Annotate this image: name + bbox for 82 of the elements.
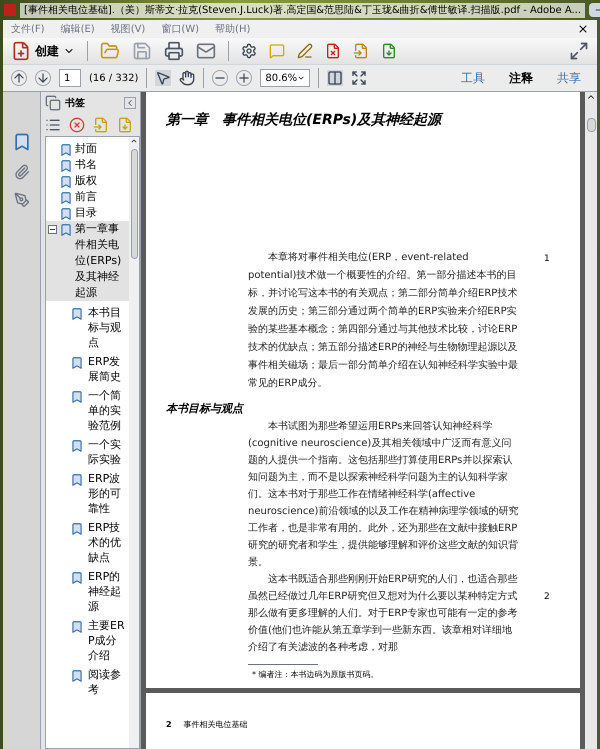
panel-tab[interactable]: 注释 bbox=[501, 69, 541, 87]
bookmark-icon bbox=[59, 175, 73, 189]
bookmark-item[interactable]: ERP技术的优缺点 bbox=[46, 520, 129, 565]
pen-icon[interactable] bbox=[297, 43, 313, 59]
fit-page-icon[interactable] bbox=[351, 70, 368, 86]
bookmark-icon bbox=[59, 159, 73, 173]
zoom-field[interactable]: 80.6% bbox=[260, 69, 310, 87]
mail-icon[interactable] bbox=[196, 41, 216, 61]
menu-item[interactable]: 文件(F) bbox=[11, 22, 45, 36]
bookmark-icon bbox=[70, 439, 84, 453]
collapse-icon[interactable] bbox=[124, 97, 136, 109]
bookmark-icon bbox=[59, 191, 73, 205]
expand-icon[interactable] bbox=[569, 41, 589, 61]
bookmark-icon bbox=[59, 223, 73, 237]
bookmark-icon bbox=[70, 390, 84, 404]
bookmark-icon bbox=[70, 669, 84, 683]
margin-number: 1 bbox=[544, 253, 550, 266]
footnote: * 编者注：本书边码为原版书页码。 bbox=[252, 668, 380, 680]
bookmark-item[interactable]: 阅读参考 bbox=[46, 667, 129, 697]
page-number: 2 bbox=[166, 719, 172, 731]
zoom-out-icon[interactable] bbox=[212, 70, 228, 86]
scrollbar[interactable] bbox=[129, 137, 139, 748]
bookmark-item[interactable]: 一个简单的实验范例 bbox=[46, 388, 129, 433]
chapter-heading: 第一章 事件相关电位(ERPs)及其神经起源 bbox=[166, 110, 444, 130]
bookmark-item[interactable]: ERP的神经起源 bbox=[46, 569, 129, 614]
bookmark-icon bbox=[70, 571, 84, 585]
bookmark-icon bbox=[70, 356, 84, 370]
menu-item[interactable]: 视图(V) bbox=[110, 22, 146, 36]
zoom-in-icon[interactable] bbox=[236, 70, 252, 86]
running-header: 事件相关电位基础 bbox=[184, 719, 248, 731]
print-icon[interactable] bbox=[164, 41, 184, 61]
section-heading: 本书目标与观点 bbox=[166, 401, 245, 417]
bookmark-item[interactable]: 本书目标与观点 bbox=[46, 305, 129, 350]
bookmark-icon bbox=[59, 143, 73, 157]
bookmark-item[interactable]: 书名 bbox=[46, 157, 129, 173]
bookmark-icon bbox=[59, 207, 73, 221]
document-download-icon[interactable] bbox=[381, 43, 397, 59]
paragraph: 这本书既适合那些刚刚开始ERP研究的人们，也适合那些虽然已经做过几年ERP研究但又想对为什么要以某种特定方式那么做有更多理解的人们。对于ERP专家也可能有一定的参考价值(他们也许能从第五章学到一些新东西。该章相对详细地介绍了有关滤波的各种考虑，对那 bbox=[248, 572, 518, 654]
page-number-field[interactable]: 1 bbox=[59, 69, 81, 87]
page-count: (16 / 332) bbox=[89, 72, 138, 86]
menu-item[interactable]: 帮助(H) bbox=[215, 22, 250, 36]
menu-item[interactable]: 窗口(W) bbox=[161, 22, 200, 36]
paperclip-icon[interactable] bbox=[14, 164, 30, 180]
panel-title: 书签 bbox=[65, 96, 86, 110]
close-icon[interactable] bbox=[577, 23, 589, 35]
collapse-toggle-icon[interactable] bbox=[48, 225, 57, 234]
bookmark-icon bbox=[70, 522, 84, 536]
scroll-up-icon[interactable] bbox=[130, 137, 138, 145]
document-arrow-icon[interactable] bbox=[353, 43, 369, 59]
scroll-thumb[interactable] bbox=[586, 118, 596, 132]
panel-tab[interactable]: 共享 bbox=[549, 69, 589, 87]
signature-icon[interactable] bbox=[14, 192, 30, 208]
bookmark-item[interactable]: 前言 bbox=[46, 189, 129, 205]
bookmark-item[interactable]: 第一章事件相关电位(ERPs)及其神经起源 bbox=[46, 221, 129, 301]
window-title: [事件相关电位基础].（美）斯蒂文·拉克(Steven.J.Luck)著.高定国&范思陆&丁玉珑&曲折&傅世敏译.扫描版.pdf - Adobe A... bbox=[20, 2, 586, 18]
paragraph: 本书试图为那些希望运用ERPs来回答认知神经科学(cognitive neuroscience)及其相关领域中广泛而有意义问题的人提供一个指南。这包括那些打算使用ERPs并以探索认知问题为主，而不是以探索神经科学问题为主的认知科学家们。这本书对于那些工作在情绪神经科学(affective neuroscience)前沿领域的以及工作在精神病理学领域的研究工作者，也是非常有用的。此外，还为那些在文献中接触ERP研究的研究者和学生，提供能够理解和评价这些文献的知识背景。 bbox=[248, 420, 520, 570]
menu-item[interactable]: 编辑(E) bbox=[60, 22, 95, 36]
document-delete-icon[interactable] bbox=[325, 43, 341, 59]
scroll-thumb[interactable] bbox=[130, 149, 138, 259]
bookmark-item[interactable]: 主要ERP成分介绍 bbox=[46, 618, 129, 663]
bookmark-item[interactable]: 版权 bbox=[46, 173, 129, 189]
paragraph: 本章将对事件相关电位(ERP，event-related potential)技术做一个概要性的介绍。第一部分描述本书的目标，并讨论写这本书的有关观点；第二部分简单介绍ERP技术发展的历史；第三部分通过两个简单的ERP实验来介绍ERP实验的某些基本概念；第四部分通过与其他技术比较，讨论ERP技术的优缺点；第五部分描述ERP的神经与生物物理起源以及事件相关磁场；最后一部分简单介绍在认知神经科学实验中最常见的ERP成分。 bbox=[248, 250, 519, 391]
scrollbar[interactable] bbox=[585, 92, 597, 749]
document-plus-icon bbox=[11, 41, 31, 61]
panel-tab[interactable]: 工具 bbox=[453, 69, 493, 87]
options-icon[interactable] bbox=[45, 117, 61, 133]
bookmark-item[interactable]: ERP发展简史 bbox=[46, 354, 129, 384]
bookmark-icon bbox=[70, 307, 84, 321]
bookmark-item[interactable]: 一个实际实验 bbox=[46, 437, 129, 467]
pages-icon[interactable] bbox=[45, 95, 61, 111]
hand-icon[interactable] bbox=[179, 70, 196, 86]
delete-icon[interactable] bbox=[69, 117, 85, 133]
bookmark-item[interactable]: 目录 bbox=[46, 205, 129, 221]
margin-number: 2 bbox=[544, 590, 550, 604]
select-cursor-icon[interactable] bbox=[155, 70, 172, 86]
settings-icon[interactable] bbox=[241, 43, 257, 59]
create-button[interactable]: 创建 bbox=[11, 41, 75, 61]
bookmark-item[interactable]: 封面 bbox=[46, 141, 129, 157]
bookmark-icon bbox=[70, 620, 84, 634]
bookmark-item[interactable]: ERP波形的可靠性 bbox=[46, 471, 129, 516]
bookmark-icon bbox=[70, 473, 84, 487]
single-page-icon[interactable] bbox=[327, 70, 344, 86]
